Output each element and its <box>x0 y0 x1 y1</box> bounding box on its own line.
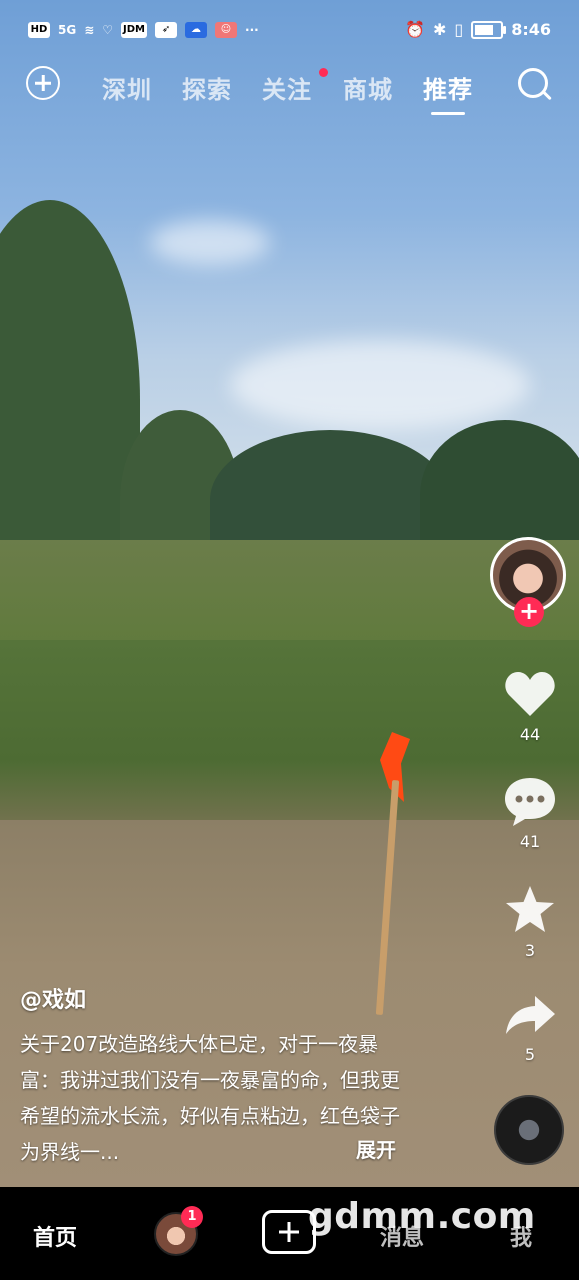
heart-app-icon: ♡ <box>102 23 114 37</box>
friends-badge: 1 <box>181 1206 203 1228</box>
post-caption: 关于207改造路线大体已定，对于一夜暴富：我讲过我们没有一夜暴富的命，但我更希望… <box>20 1032 400 1164</box>
wifi-icon: ≋ <box>84 23 95 37</box>
status-left: HD 5G ≋ ♡ JDM ➶ ☁ ☺ ··· <box>28 22 259 38</box>
feather-app-icon: ➶ <box>155 22 178 38</box>
alarm-icon: ⏰ <box>405 20 425 39</box>
more-notifications-icon: ··· <box>245 23 259 37</box>
tab-explore[interactable]: 探索 <box>182 70 232 105</box>
tab-recommend-label: 推荐 <box>423 76 473 104</box>
follow-button[interactable]: + <box>514 597 544 627</box>
comment-bubble-icon[interactable] <box>503 775 557 827</box>
tab-following[interactable]: 关注 <box>262 70 312 105</box>
battery-fill <box>475 24 494 35</box>
status-time: 8:46 <box>511 20 551 39</box>
signal-5g-icon: 5G <box>58 23 77 37</box>
video-player[interactable] <box>0 0 579 1187</box>
following-notification-dot <box>319 68 328 77</box>
author-name[interactable]: @戏如 <box>20 982 86 1014</box>
site-watermark: gdmm.com <box>308 1196 536 1237</box>
hd-icon: HD <box>28 22 50 38</box>
cloud <box>230 340 530 430</box>
battery-icon <box>471 20 507 39</box>
like-count: 44 <box>519 725 541 744</box>
bluetooth-icon: ✱ <box>432 20 447 39</box>
jd-app-icon: JDM <box>121 22 148 38</box>
search-icon[interactable] <box>518 68 548 98</box>
app-screen: HD 5G ≋ ♡ JDM ➶ ☁ ☺ ··· ⏰ ✱ ▯ 8:46 深圳 探索… <box>0 0 579 1280</box>
vibrate-icon: ▯ <box>454 20 464 39</box>
cat-app-icon: ☺ <box>215 22 238 38</box>
add-plus-icon[interactable] <box>26 66 60 100</box>
bushes <box>0 640 579 840</box>
favorite-count: 3 <box>524 941 536 960</box>
expand-caption-button[interactable]: 展开 <box>356 1134 396 1163</box>
nav-home[interactable]: 首页 <box>33 1220 77 1252</box>
share-arrow-icon[interactable] <box>503 990 557 1042</box>
cloud-app-icon: ☁ <box>185 22 208 38</box>
music-disc-icon[interactable] <box>494 1095 564 1165</box>
tab-mall[interactable]: 商城 <box>343 70 393 105</box>
status-bar: HD 5G ≋ ♡ JDM ➶ ☁ ☺ ··· ⏰ ✱ ▯ 8:46 <box>0 0 579 60</box>
like-heart-icon[interactable] <box>503 668 557 720</box>
share-count: 5 <box>524 1045 536 1064</box>
favorite-star-icon[interactable] <box>503 884 557 936</box>
active-tab-indicator <box>431 112 465 115</box>
cloud <box>150 220 270 265</box>
tab-shenzhen[interactable]: 深圳 <box>102 70 152 105</box>
status-right: ⏰ ✱ ▯ 8:46 <box>405 20 551 39</box>
comment-count: 41 <box>519 832 541 851</box>
tab-recommend[interactable]: 推荐 <box>423 70 473 115</box>
